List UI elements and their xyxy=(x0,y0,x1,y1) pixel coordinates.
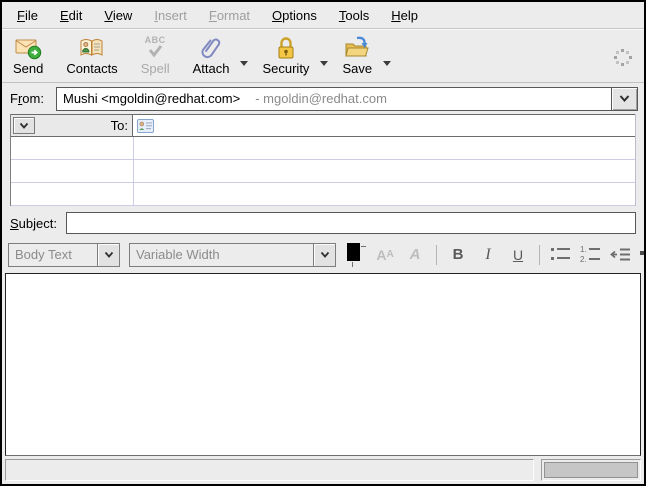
padlock-icon xyxy=(273,34,299,61)
foreground-color-swatch xyxy=(347,243,360,261)
menu-tools[interactable]: Tools xyxy=(328,4,380,27)
subject-label: Subject: xyxy=(10,216,66,231)
menu-help[interactable]: Help xyxy=(380,4,429,27)
text-color-picker[interactable] xyxy=(344,242,370,268)
save-draft-icon xyxy=(344,34,371,61)
recipient-header-row: To: xyxy=(11,114,635,137)
save-button[interactable]: Save xyxy=(335,32,379,82)
from-row: From: Mushi <mgoldin@redhat.com> - mgold… xyxy=(2,83,644,114)
menu-insert: Insert xyxy=(143,4,198,27)
recipient-empty-rows xyxy=(11,137,635,206)
unindent-icon xyxy=(609,246,633,264)
status-bar xyxy=(5,459,641,481)
main-toolbar: Send Contacts ABC Spell xyxy=(2,30,644,83)
font-style-combobox[interactable]: Variable Width xyxy=(129,243,336,267)
clipped-toolbar-item xyxy=(640,251,644,255)
paperclip-icon xyxy=(198,34,224,61)
attach-button[interactable]: Attach xyxy=(186,32,237,82)
send-icon xyxy=(15,34,42,61)
chevron-down-icon xyxy=(320,61,328,66)
menu-file[interactable]: File xyxy=(6,4,49,27)
recipient-row[interactable] xyxy=(11,137,635,160)
contacts-label: Contacts xyxy=(66,61,117,76)
spell-label: Spell xyxy=(141,61,170,76)
numbered-list-button[interactable]: 1. 2. xyxy=(578,242,604,268)
security-dropdown-button[interactable] xyxy=(318,32,329,82)
bullet-list-button[interactable] xyxy=(548,242,574,268)
font-size-decrease-button: AA xyxy=(372,242,398,268)
recipients-grid: To: xyxy=(10,114,636,206)
recipient-type-dropdown-button[interactable] xyxy=(13,117,35,134)
menu-options[interactable]: Options xyxy=(261,4,328,27)
send-label: Send xyxy=(13,61,43,76)
compose-message-window: File Edit View Insert Format Options Too… xyxy=(0,0,646,486)
from-dropdown-button[interactable] xyxy=(611,88,637,110)
message-body-editor[interactable] xyxy=(5,273,641,456)
paragraph-style-dropdown-button[interactable] xyxy=(97,244,119,266)
contacts-button[interactable]: Contacts xyxy=(59,32,124,82)
grid-column-divider xyxy=(133,137,134,206)
attach-dropdown-button[interactable] xyxy=(238,32,249,82)
security-button[interactable]: Security xyxy=(255,32,316,82)
subject-input[interactable] xyxy=(66,212,636,234)
underline-button[interactable]: U xyxy=(505,242,531,268)
recipient-row[interactable] xyxy=(11,160,635,183)
from-account-combobox[interactable]: Mushi <mgoldin@redhat.com> - mgoldin@red… xyxy=(56,87,638,111)
menu-bar: File Edit View Insert Format Options Too… xyxy=(2,2,644,28)
chevron-down-icon xyxy=(619,94,630,103)
recipient-row[interactable] xyxy=(11,183,635,206)
paragraph-style-combobox[interactable]: Body Text xyxy=(8,243,120,267)
chevron-down-icon xyxy=(320,251,330,259)
progress-well xyxy=(541,459,641,481)
numbered-list-icon: 1. 2. xyxy=(579,246,603,264)
toolbar-separator xyxy=(539,245,540,265)
menu-edit[interactable]: Edit xyxy=(49,4,93,27)
from-account-email: - mgoldin@redhat.com xyxy=(255,91,387,106)
menu-view[interactable]: View xyxy=(93,4,143,27)
recipient-type-header[interactable]: To: xyxy=(11,115,133,136)
from-account-value: Mushi <mgoldin@redhat.com> - mgoldin@red… xyxy=(57,88,611,110)
security-label: Security xyxy=(262,61,309,76)
unindent-button[interactable] xyxy=(608,242,634,268)
attach-label: Attach xyxy=(193,61,230,76)
to-entry[interactable] xyxy=(133,115,635,136)
subject-row: Subject: xyxy=(2,206,644,238)
menu-format: Format xyxy=(198,4,261,27)
activity-spinner-icon xyxy=(611,46,634,69)
font-size-increase-button: A xyxy=(402,242,428,268)
bullet-list-icon xyxy=(549,246,573,264)
chevron-down-icon xyxy=(104,251,114,259)
progress-bar xyxy=(544,462,638,478)
save-dropdown-button[interactable] xyxy=(381,32,392,82)
font-style-dropdown-button[interactable] xyxy=(313,244,335,266)
status-message xyxy=(5,459,534,481)
toolbar-separator xyxy=(436,245,437,265)
spell-button: ABC Spell xyxy=(134,32,177,82)
save-label: Save xyxy=(342,61,372,76)
italic-button[interactable]: I xyxy=(475,242,501,268)
format-toolbar: Body Text Variable Width AA A B I U xyxy=(2,238,644,271)
contacts-icon xyxy=(79,34,105,61)
chevron-down-icon xyxy=(19,122,29,130)
bold-button[interactable]: B xyxy=(445,242,471,268)
to-label: To: xyxy=(111,118,128,133)
send-button[interactable]: Send xyxy=(6,32,50,82)
spell-check-icon: ABC xyxy=(145,34,166,61)
chevron-down-icon xyxy=(240,61,248,66)
chevron-down-icon xyxy=(383,61,391,66)
contact-card-icon xyxy=(137,119,154,133)
from-label: From: xyxy=(10,91,56,106)
